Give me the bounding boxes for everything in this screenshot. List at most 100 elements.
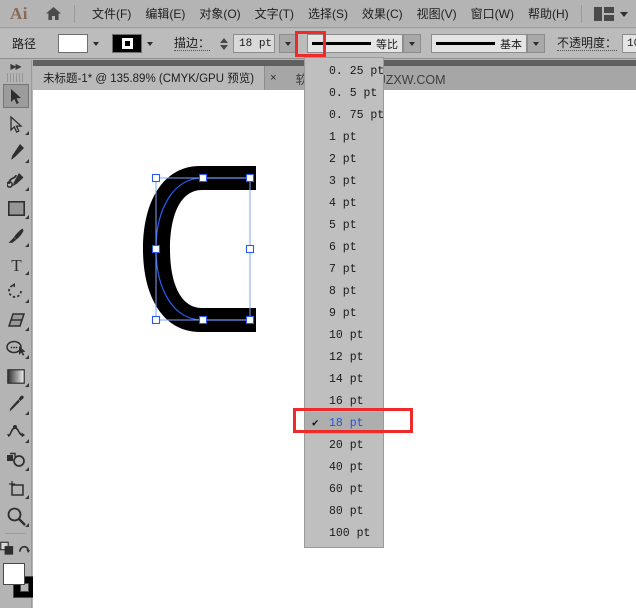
variable-width-profile-label: 等比 (376, 38, 399, 51)
brush-definition-combo[interactable]: 基本 (431, 34, 546, 53)
stroke-swatch-ring (121, 38, 133, 49)
shape-builder-tool[interactable] (0, 446, 32, 474)
dropdown-option[interactable]: 10 pt (305, 324, 383, 346)
tool-flyout-indicator (25, 383, 29, 387)
dropdown-option[interactable]: 2 pt (305, 148, 383, 170)
menu-item-window[interactable]: 窗口(W) (464, 1, 521, 26)
menu-item-help[interactable]: 帮助(H) (521, 1, 576, 26)
dropdown-option[interactable]: 6 pt (305, 236, 383, 258)
svg-text:T: T (11, 256, 22, 273)
stroke-weight-dropdown-list[interactable]: 0. 25 pt 0. 5 pt 0. 75 pt 1 pt 2 pt 3 pt… (304, 57, 384, 548)
pen-tool[interactable] (0, 138, 32, 166)
stroke-swatch-core (124, 41, 130, 46)
curvature-tool[interactable] (0, 166, 32, 194)
dropdown-option[interactable]: 40 pt (305, 456, 383, 478)
dropdown-option[interactable]: 14 pt (305, 368, 383, 390)
tool-flyout-indicator (25, 327, 29, 331)
artwork-letter-c[interactable] (138, 160, 273, 345)
paintbrush-tool[interactable] (0, 222, 32, 250)
opacity-input[interactable]: 100 (622, 34, 636, 53)
chevron-down-icon (147, 41, 154, 46)
menu-item-file[interactable]: 文件(F) (85, 1, 138, 26)
app-logo: Ai (10, 3, 28, 23)
dropdown-option[interactable]: 100 pt (305, 522, 383, 544)
rectangle-tool[interactable] (0, 194, 32, 222)
tool-flyout-indicator (25, 215, 29, 219)
dropdown-option[interactable]: 0. 5 pt (305, 82, 383, 104)
tools-panel-grip[interactable] (7, 73, 24, 82)
dropdown-option[interactable]: 9 pt (305, 302, 383, 324)
menu-item-edit[interactable]: 编辑(E) (138, 1, 192, 26)
dropdown-option[interactable]: 12 pt (305, 346, 383, 368)
dropdown-option[interactable]: 60 pt (305, 478, 383, 500)
selection-tool[interactable] (0, 82, 32, 110)
stroke-weight-input[interactable]: 18 pt (233, 34, 276, 53)
variable-width-profile-box[interactable]: 等比 (307, 34, 404, 53)
dropdown-option[interactable]: 0. 25 pt (305, 60, 384, 82)
eyedropper-tool[interactable] (0, 390, 32, 418)
opacity-group: 不透明度： 100 (557, 34, 636, 53)
tool-flyout-indicator (25, 271, 29, 275)
tool-flyout-indicator (25, 131, 29, 135)
dropdown-option[interactable]: 20 pt (305, 434, 383, 456)
blend-tool[interactable] (0, 418, 32, 446)
artboard-tool[interactable] (0, 474, 32, 502)
tool-flyout-indicator (25, 467, 29, 471)
stepper-down-icon (219, 44, 228, 50)
dropdown-option[interactable]: 80 pt (305, 500, 383, 522)
rotate-tool[interactable] (0, 278, 32, 306)
dropdown-option[interactable]: 5 pt (305, 214, 383, 236)
tools-panel-collapse-icon[interactable]: ▶▶ (0, 60, 31, 73)
dropdown-option[interactable]: 0. 75 pt (305, 104, 384, 126)
tool-flyout-indicator (25, 187, 29, 191)
stroke-weight-dropdown-button[interactable] (279, 34, 298, 53)
profile-line-icon (312, 42, 372, 45)
opacity-label: 不透明度： (557, 36, 618, 51)
menu-item-object[interactable]: 对象(O) (192, 1, 247, 26)
stroke-swatch-group (112, 34, 158, 53)
zoom-tool[interactable] (0, 502, 32, 530)
stroke-weight-group: 描边： 18 pt (174, 34, 298, 54)
dropdown-option-selected[interactable]: ✔ 18 pt (305, 412, 383, 434)
eraser-tool[interactable] (0, 306, 32, 334)
dropdown-option[interactable]: 4 pt (305, 192, 383, 214)
brush-definition-label: 基本 (500, 38, 523, 51)
chevron-down-icon[interactable] (620, 11, 628, 17)
dropdown-option[interactable]: 3 pt (305, 170, 383, 192)
fill-swatch-dropdown[interactable] (88, 34, 104, 53)
menu-item-select[interactable]: 选择(S) (301, 1, 355, 26)
dropdown-option[interactable]: 1 pt (305, 126, 383, 148)
swap-fill-stroke-icon[interactable] (0, 541, 14, 556)
dropdown-option[interactable]: 16 pt (305, 390, 383, 412)
type-tool[interactable]: T (0, 250, 32, 278)
tool-flyout-indicator (25, 355, 29, 359)
menu-item-effect[interactable]: 效果(C) (355, 1, 410, 26)
stroke-weight-stepper[interactable] (218, 34, 229, 54)
chevron-down-icon (409, 41, 416, 46)
stroke-swatch[interactable] (112, 34, 143, 53)
menu-item-type[interactable]: 文字(T) (248, 1, 301, 26)
fill-swatch[interactable] (58, 34, 89, 53)
brush-definition-dropdown[interactable] (527, 34, 546, 53)
document-tab[interactable]: 未标题-1* @ 135.89% (CMYK/GPU 预览) (33, 66, 266, 90)
default-fill-stroke-icon[interactable] (18, 541, 31, 555)
stroke-swatch-dropdown[interactable] (142, 34, 158, 53)
variable-width-profile-combo[interactable]: 等比 (307, 34, 422, 53)
workspace-switcher[interactable] (575, 0, 628, 28)
document-tab-close[interactable]: × (265, 66, 281, 90)
home-icon[interactable] (38, 0, 68, 28)
shaper-tool[interactable] (0, 334, 32, 362)
variable-width-profile-dropdown[interactable] (403, 34, 422, 53)
tools-panel: ▶▶ T (0, 60, 35, 608)
gradient-tool[interactable] (0, 362, 32, 390)
workspace-layout-icon (594, 7, 614, 21)
brush-definition-box[interactable]: 基本 (431, 34, 528, 53)
menu-item-view[interactable]: 视图(V) (410, 1, 464, 26)
fill-color-swatch[interactable] (3, 563, 25, 585)
workspace-divider (581, 5, 582, 23)
dropdown-option[interactable]: 8 pt (305, 280, 383, 302)
stroke-weight-label: 描边： (174, 36, 211, 51)
tool-flyout-indicator (25, 243, 29, 247)
dropdown-option[interactable]: 7 pt (305, 258, 383, 280)
direct-selection-tool[interactable] (0, 110, 32, 138)
